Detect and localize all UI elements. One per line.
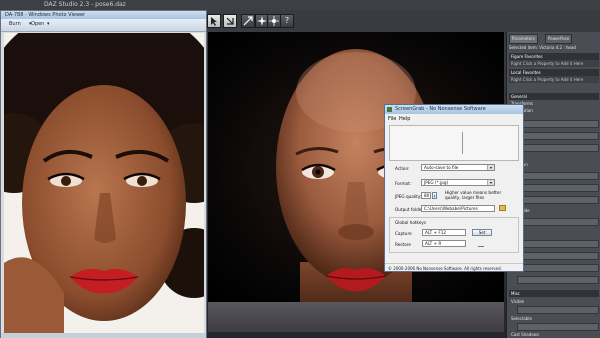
pointer-icon[interactable] (207, 14, 221, 28)
param-slider-9[interactable] (517, 252, 599, 260)
figure-favorites-header[interactable]: Figure Favorites (509, 53, 599, 60)
local-favorites-header[interactable]: Local Favorites (509, 69, 599, 76)
photo-viewer-window: DA-788 - Windows Photo Viewer Burn ▾ Ope… (0, 10, 207, 338)
capture-set-button[interactable]: Set (472, 229, 492, 236)
preview-divider (462, 132, 463, 154)
visible-label[interactable]: Visible (511, 299, 524, 304)
hotkeys-group: Global hotkeys Capture ALT + F12 Set Res… (389, 217, 519, 253)
format-select[interactable]: JPEG (*.jpg) ▾ (421, 179, 495, 186)
photo-viewer-title: DA-788 - Windows Photo Viewer (1, 11, 206, 19)
dialog-title: ScreenGrab - No Nonsense Software (395, 106, 486, 112)
selected-item-label: Selected item: Victoria 4.2 : head (509, 45, 576, 50)
restore-label: Restore (395, 242, 411, 247)
param-slider-1[interactable] (517, 120, 599, 128)
quality-label: JPEG quality: (395, 194, 422, 199)
param-slider-10[interactable] (517, 264, 599, 272)
quality-spin-icon[interactable]: ⇕ (432, 192, 437, 199)
portrait-photo (4, 33, 204, 333)
dialog-menubar: File Help (385, 115, 523, 123)
param-slider-7[interactable] (517, 218, 599, 226)
chevron-down-icon: ▾ (487, 180, 494, 185)
format-value: JPEG (*.jpg) (424, 180, 449, 185)
preview-area (389, 125, 519, 161)
misc-header[interactable]: Misc (509, 290, 599, 297)
param-slider-2[interactable] (517, 132, 599, 140)
restore-hotkey-input[interactable]: ALT + R (422, 240, 466, 247)
quality-input[interactable]: 80 (421, 192, 431, 199)
action-value: Auto-save to file (424, 165, 459, 170)
app-icon (387, 107, 392, 112)
screengrab-dialog: ScreenGrab - No Nonsense Software File H… (384, 104, 524, 272)
hotkeys-title: Global hotkeys (395, 220, 427, 225)
open-menu[interactable]: Open (31, 21, 44, 27)
param-slider-6[interactable] (517, 196, 599, 204)
folder-icon[interactable] (499, 205, 506, 211)
capture-hotkey-input[interactable]: ALT + F12 (422, 229, 466, 236)
quality-hint-line2: quality, larger files (445, 195, 485, 200)
toolbar: ? (205, 12, 505, 32)
param-slider-4[interactable] (517, 172, 599, 180)
translate-icon[interactable] (241, 14, 255, 28)
chevron-down-icon: ▾ (487, 165, 494, 170)
figure-favorites-hint: Right Click a Property to Add it Here (509, 60, 599, 67)
photo-image (4, 33, 204, 333)
rotate-icon[interactable] (223, 14, 237, 28)
joint-icon[interactable] (267, 14, 281, 28)
photo-viewer-menubar: Burn ▾ Open ▾ (1, 19, 206, 32)
file-menu[interactable]: File (388, 115, 396, 123)
folder-label: Output folder: (395, 207, 425, 212)
param-slider-5[interactable] (517, 184, 599, 192)
daz-title-bar: DAZ Studio 2.3 - pose6.daz (0, 0, 600, 10)
action-select[interactable]: Auto-save to file ▾ (421, 164, 495, 171)
help-icon[interactable]: ? (280, 14, 294, 28)
tab-parameters[interactable]: Parameters (509, 34, 538, 44)
selectable-toggle[interactable] (517, 323, 599, 331)
help-label: ? (284, 16, 290, 25)
restore-set-marker (478, 246, 484, 247)
capture-label: Capture (395, 231, 412, 236)
tab-powerpose[interactable]: PowerPose (545, 34, 573, 44)
visible-toggle[interactable] (517, 306, 599, 314)
cast-shadows-label[interactable]: Cast Shadows (511, 332, 539, 337)
dialog-title-bar: ScreenGrab - No Nonsense Software (385, 105, 523, 114)
chevron-down-icon[interactable]: ▾ (47, 21, 50, 27)
action-label: Action: (395, 166, 410, 171)
dialog-statusbar: © 2000-2006 No Nonsense Software. All ri… (385, 263, 523, 272)
param-slider-11[interactable] (517, 276, 599, 284)
format-label: Format: (395, 181, 412, 186)
folder-input[interactable]: C:\Users\Webabe\Pictures (421, 205, 495, 212)
param-slider-8[interactable] (517, 240, 599, 248)
help-menu[interactable]: Help (399, 115, 410, 123)
param-slider-3[interactable] (517, 144, 599, 152)
general-header[interactable]: General (509, 93, 599, 100)
daz-title-text: DAZ Studio 2.3 - pose6.daz (44, 1, 126, 8)
photo-viewer-statusbar (1, 333, 206, 338)
selectable-label[interactable]: Selectable (511, 316, 532, 321)
burn-menu[interactable]: Burn (9, 21, 21, 27)
viewport-floor (208, 302, 504, 332)
local-favorites-hint: Right Click a Property to Add it Here (509, 76, 599, 83)
